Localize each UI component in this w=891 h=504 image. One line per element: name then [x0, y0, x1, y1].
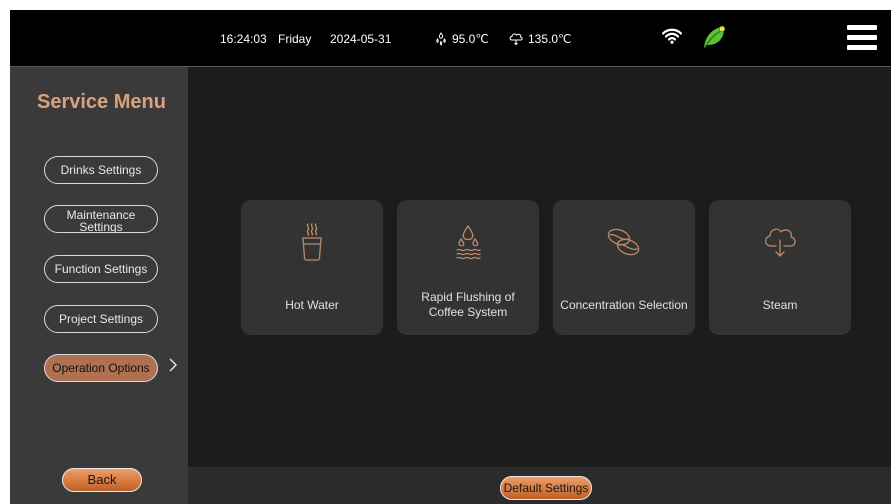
chevron-right-icon [168, 358, 178, 372]
weekday: Friday [278, 32, 312, 46]
wifi-icon [661, 28, 683, 47]
sidebar-title: Service Menu [37, 91, 166, 113]
card-label: Steam [762, 297, 798, 312]
concentration-selection-card[interactable]: Concentration Selection [553, 200, 695, 335]
date: 2024-05-31 [330, 32, 392, 46]
water-temp-indicator: 95.0℃ [434, 32, 489, 46]
sidebar-item-drinks-settings[interactable]: Drinks Settings [44, 156, 158, 184]
steam-temp-icon [508, 32, 524, 46]
sidebar: Service Menu Drinks Settings Maintenance… [10, 67, 188, 504]
coffee-beans-icon [604, 222, 644, 267]
clock-time: 16:24:03 [220, 32, 267, 46]
sidebar-item-function-settings[interactable]: Function Settings [44, 255, 158, 283]
steam-temp-value: 135.0℃ [528, 32, 572, 46]
back-button[interactable]: Back [62, 468, 142, 492]
card-label: Rapid Flushing of Coffee System [421, 290, 515, 319]
default-settings-button[interactable]: Default Settings [500, 476, 592, 500]
app-screen: 16:24:03 Friday 2024-05-31 95.0℃ 135.0℃ … [10, 10, 891, 504]
rapid-flushing-card[interactable]: Rapid Flushing of Coffee System [397, 200, 539, 335]
sidebar-item-operation-options[interactable]: Operation Options [44, 354, 158, 382]
hot-water-cup-icon [298, 222, 326, 267]
sidebar-item-maintenance-settings[interactable]: Maintenance Settings [44, 205, 158, 233]
eco-leaf-icon [702, 23, 728, 52]
card-label: Hot Water [285, 297, 339, 312]
status-bar: 16:24:03 Friday 2024-05-31 95.0℃ 135.0℃ [10, 10, 891, 67]
flushing-drops-icon [453, 222, 483, 267]
sidebar-item-label: Settings [79, 220, 123, 233]
water-temp-value: 95.0℃ [452, 32, 489, 46]
water-temp-icon [434, 32, 448, 46]
steam-temp-indicator: 135.0℃ [508, 32, 572, 46]
bottom-bar: Default Settings [188, 467, 891, 504]
hot-water-card[interactable]: Hot Water [241, 200, 383, 335]
steam-card[interactable]: Steam [709, 200, 851, 335]
menu-icon[interactable] [847, 23, 877, 53]
card-label: Concentration Selection [560, 297, 688, 312]
operation-options-panel: Hot Water Rapid Flushing of Coffee Syste… [188, 67, 891, 467]
sidebar-item-project-settings[interactable]: Project Settings [44, 305, 158, 333]
steam-cloud-icon [760, 222, 800, 267]
